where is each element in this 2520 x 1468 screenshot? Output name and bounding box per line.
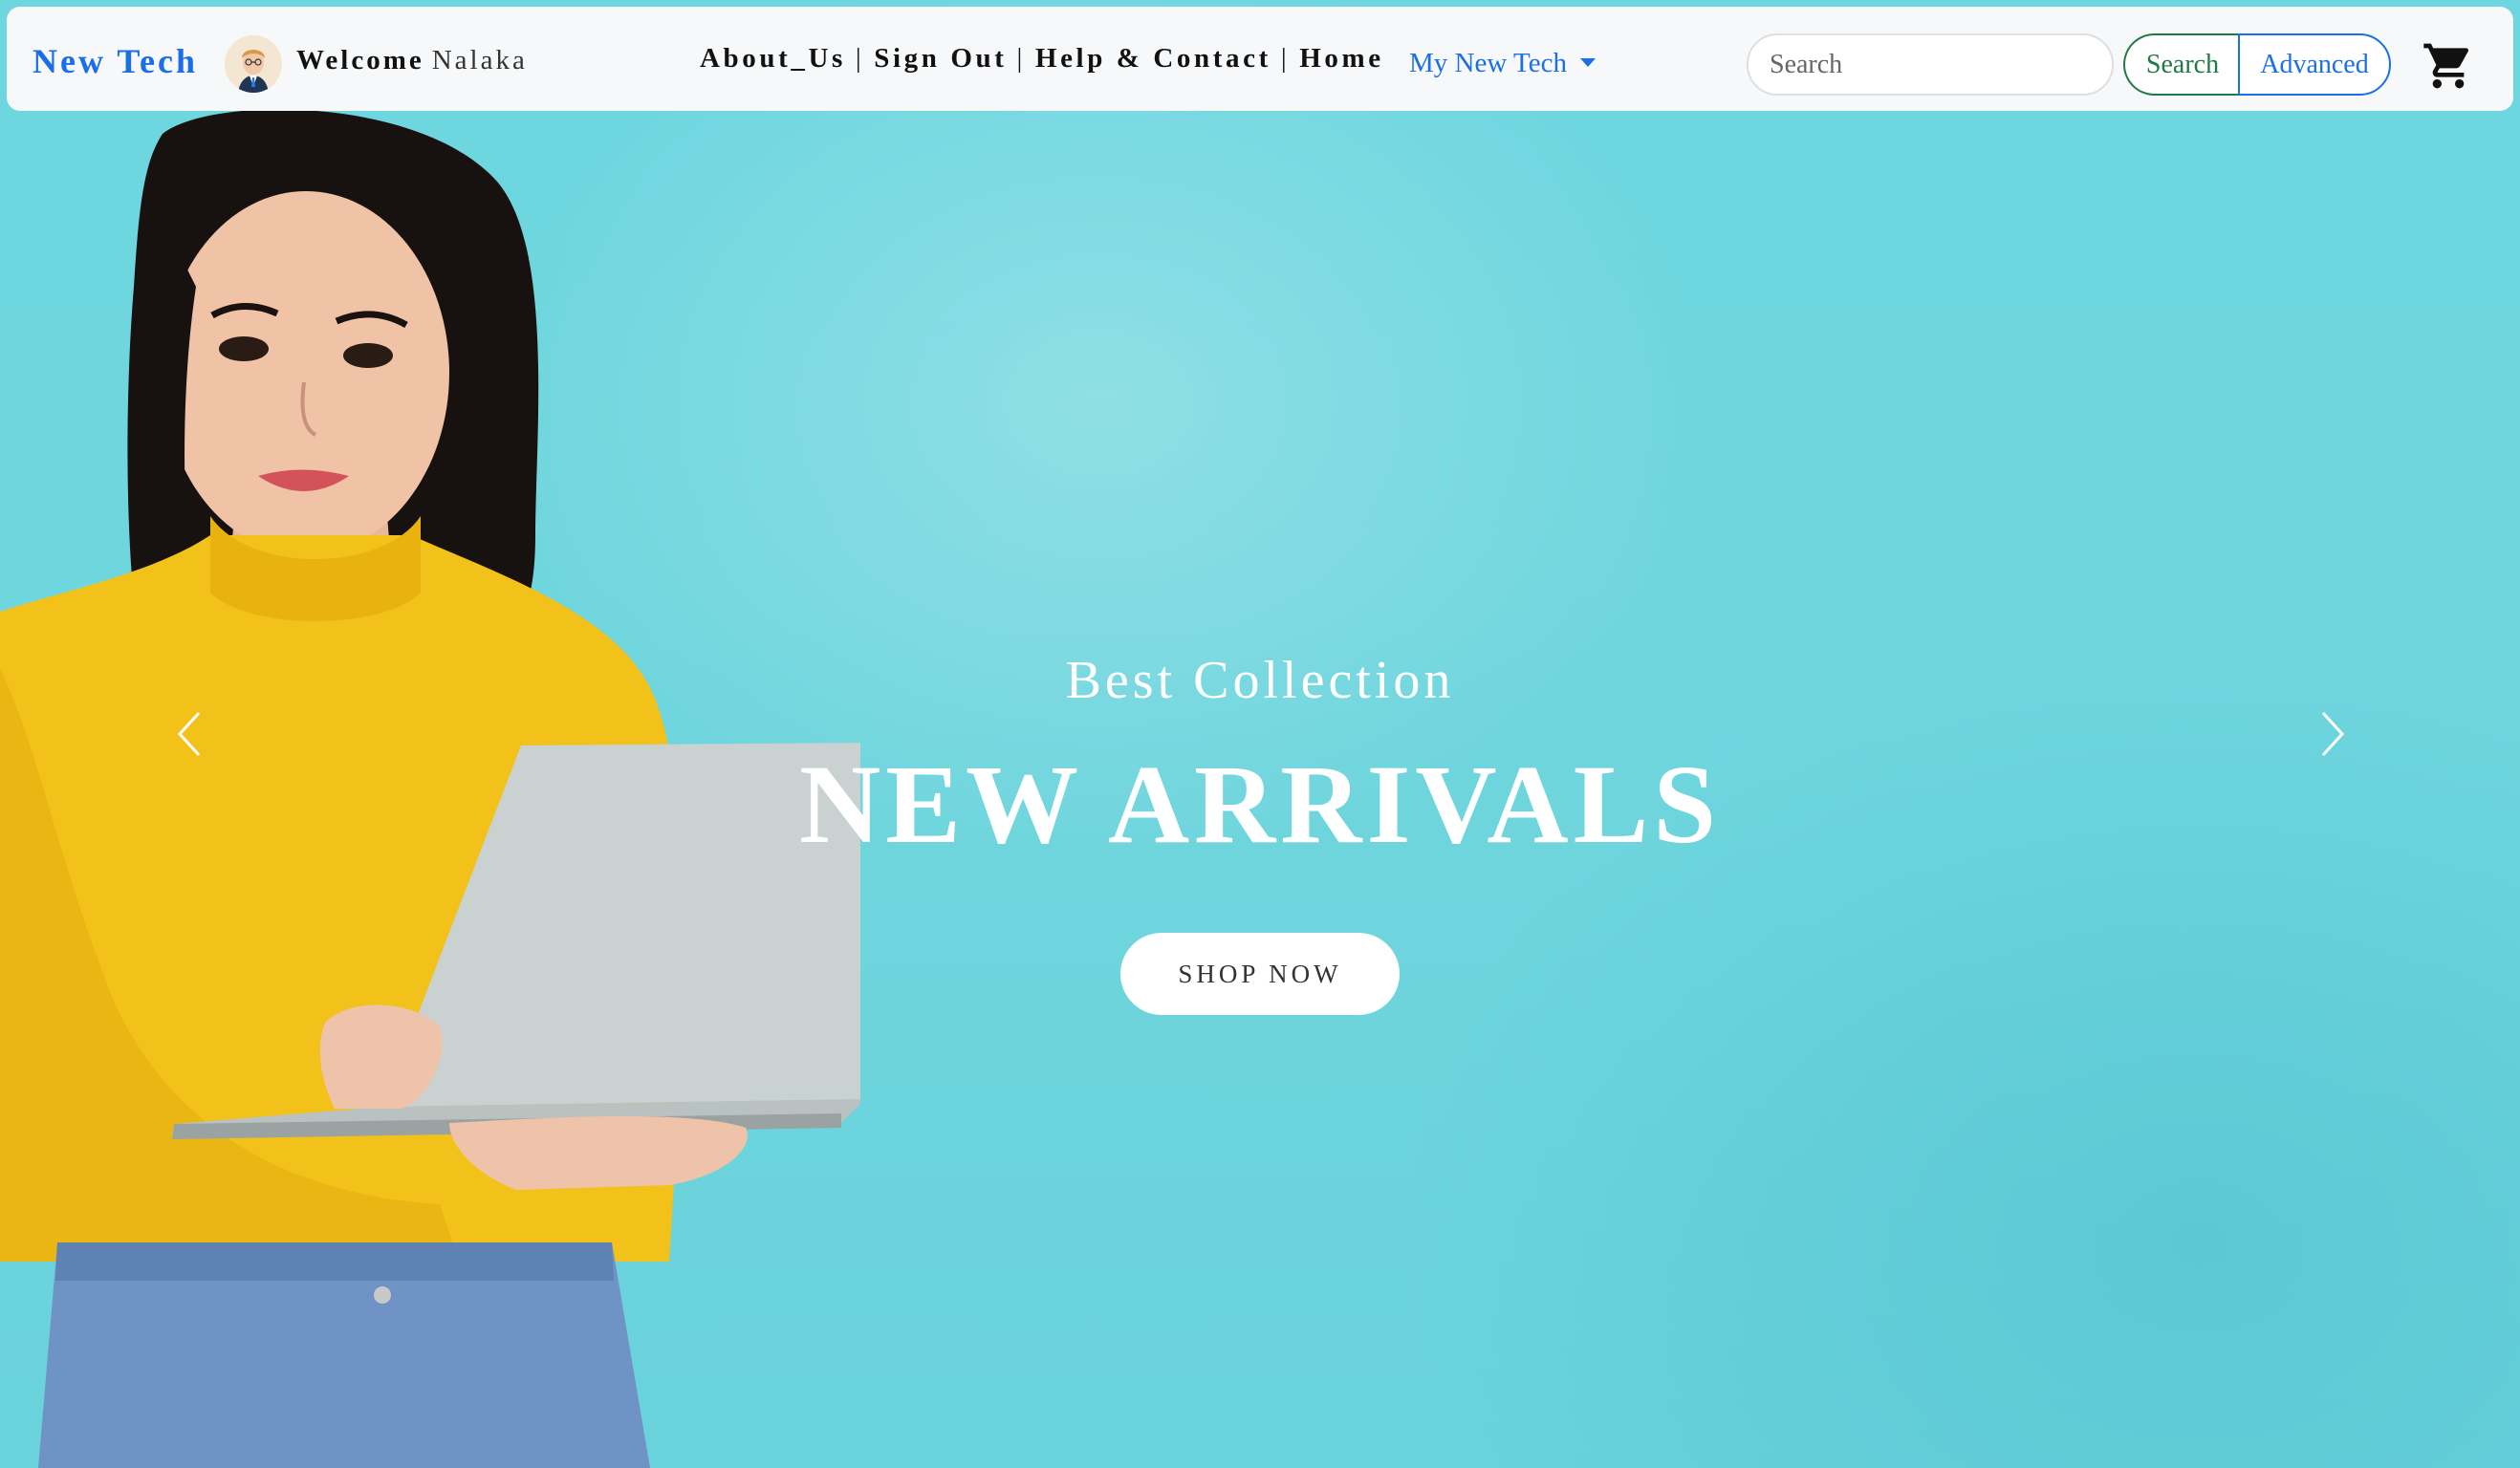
search-input[interactable] <box>1747 33 2114 96</box>
nav-link-home[interactable]: Home <box>1299 43 1384 74</box>
hero-carousel <box>0 0 2520 1468</box>
nav-separator: | <box>855 43 865 74</box>
top-navbar: New Tech Welcome Nalaka About_Us | Sign Out… <box>7 7 2513 111</box>
nav-separator: | <box>1016 43 1026 74</box>
nav-links: About_Us | Sign Out | Help & Contact | Home <box>700 43 1384 75</box>
hero-subtitle: Best Collection <box>1065 651 1455 710</box>
user-name: Nalaka <box>431 45 528 76</box>
user-avatar[interactable] <box>225 35 282 93</box>
nav-separator: | <box>1280 43 1291 74</box>
advanced-search-button[interactable]: Advanced <box>2238 33 2391 96</box>
carousel-next-button[interactable] <box>2314 705 2352 763</box>
nav-link-about-us[interactable]: About_Us <box>700 43 846 74</box>
shopping-cart-icon[interactable] <box>2420 39 2477 93</box>
chevron-right-icon <box>2321 711 2345 757</box>
carousel-prev-button[interactable] <box>170 705 208 763</box>
welcome-message: Welcome Nalaka <box>296 45 528 76</box>
hero-headline: NEW ARRIVALS <box>799 742 1721 867</box>
avatar-icon <box>225 35 282 93</box>
nav-link-sign-out[interactable]: Sign Out <box>874 43 1007 74</box>
brand-logo[interactable]: New Tech <box>33 41 198 81</box>
shop-now-button[interactable]: SHOP NOW <box>1120 933 1400 1015</box>
hero-model-image <box>0 109 860 1468</box>
caret-down-icon <box>1579 57 1596 67</box>
dropdown-label: My New Tech <box>1409 48 1567 78</box>
welcome-label: Welcome <box>296 45 424 76</box>
my-new-tech-dropdown[interactable]: My New Tech <box>1409 48 1596 79</box>
chevron-left-icon <box>177 711 201 757</box>
search-button[interactable]: Search <box>2123 33 2240 96</box>
nav-link-help-contact[interactable]: Help & Contact <box>1035 43 1271 74</box>
